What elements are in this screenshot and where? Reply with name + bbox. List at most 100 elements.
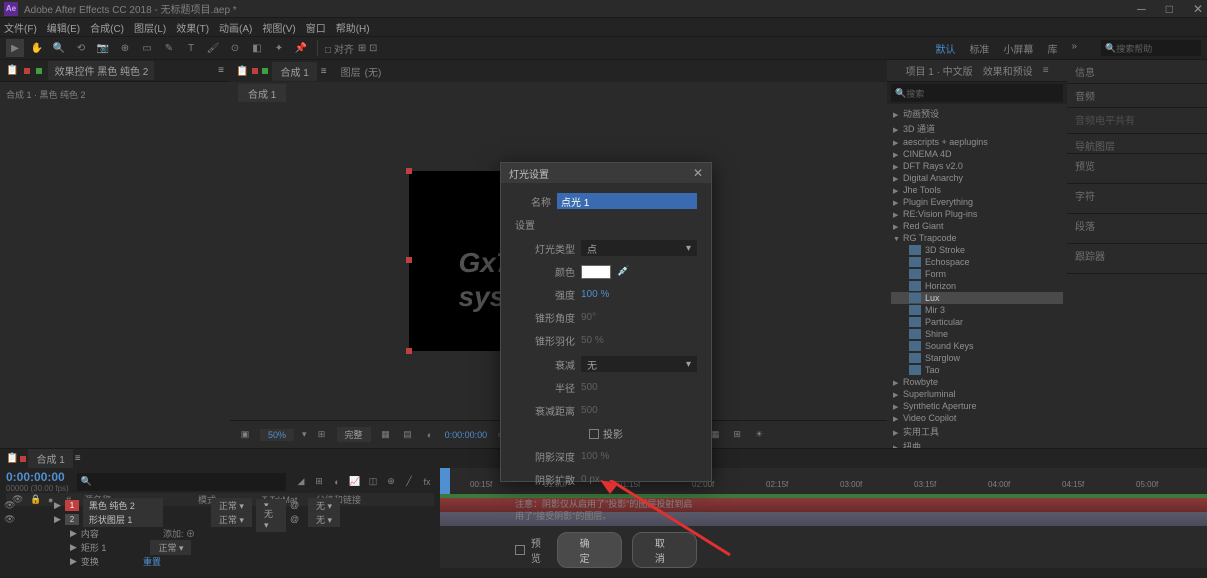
guides-icon[interactable]: ▤ bbox=[401, 428, 415, 442]
workspace-small[interactable]: 小屏幕 bbox=[1003, 41, 1033, 56]
comp-name-tab[interactable]: 合成 1 bbox=[238, 84, 286, 102]
pickwhip-icon[interactable]: @ bbox=[290, 514, 304, 524]
rectangle-tool[interactable]: ▭ bbox=[138, 39, 156, 57]
resolution-dropdown[interactable]: 完整 bbox=[337, 427, 371, 442]
panel-menu-icon[interactable]: ≡ bbox=[218, 65, 224, 76]
effects-folder[interactable]: DFT Rays v2.0 bbox=[891, 160, 1063, 172]
blend-mode-dropdown[interactable]: 正常 ▾ bbox=[211, 512, 252, 527]
current-timecode[interactable]: 0:00:00:00 bbox=[6, 470, 69, 484]
layer-name[interactable]: 黑色 纯色 2 bbox=[83, 498, 163, 513]
sublayer-row[interactable]: ▶ 内容添加: ⊕ bbox=[0, 526, 440, 540]
effects-folder[interactable]: Video Copilot bbox=[891, 412, 1063, 424]
effects-folder[interactable]: aescripts + aeplugins bbox=[891, 136, 1063, 148]
para-section[interactable]: 段落 bbox=[1067, 214, 1207, 244]
sublayer-row[interactable]: ▶ 矩形 1正常 ▾ bbox=[0, 540, 440, 554]
cancel-button[interactable]: 取消 bbox=[632, 532, 697, 568]
effects-hdr-right[interactable]: 效果和预设 bbox=[983, 63, 1033, 78]
falloff-dropdown[interactable]: 无▾ bbox=[581, 356, 697, 372]
intensity-value[interactable]: 100 % bbox=[581, 289, 609, 300]
menu-effect[interactable]: 效果(T) bbox=[176, 20, 209, 35]
effects-item[interactable]: Particular bbox=[891, 316, 1063, 328]
camera-tool[interactable]: 📷 bbox=[94, 39, 112, 57]
twirl-icon[interactable]: ▶ bbox=[54, 514, 61, 525]
handle-mid-left[interactable] bbox=[406, 257, 412, 263]
project-tab-icon[interactable]: 📋 bbox=[6, 65, 18, 76]
parent-dropdown[interactable]: 无 ▾ bbox=[308, 498, 340, 513]
quality-toggle[interactable]: ╱ bbox=[402, 475, 416, 489]
effects-item[interactable]: Tao bbox=[891, 364, 1063, 376]
motion-blur-toggle[interactable]: ◐ bbox=[330, 475, 344, 489]
type-tool[interactable]: T bbox=[182, 39, 200, 57]
menu-layer[interactable]: 图层(L) bbox=[134, 20, 166, 35]
brush-tool[interactable]: 🖌 bbox=[204, 39, 222, 57]
puppet-tool[interactable]: 📌 bbox=[292, 39, 310, 57]
timeline-tab[interactable]: 合成 1 bbox=[28, 449, 72, 468]
effects-folder[interactable]: CINEMA 4D bbox=[891, 148, 1063, 160]
effect-controls-tab[interactable]: 效果控件 黑色 纯色 2 bbox=[48, 61, 154, 80]
comp-tab[interactable]: 合成 1 bbox=[272, 62, 316, 81]
menu-animation[interactable]: 动画(A) bbox=[219, 20, 252, 35]
effects-folder[interactable]: Jhe Tools bbox=[891, 184, 1063, 196]
frame-blend-toggle[interactable]: ⊞ bbox=[312, 475, 326, 489]
effects-folder[interactable]: RG Trapcode bbox=[891, 232, 1063, 244]
twirl-icon[interactable]: ▶ bbox=[54, 500, 61, 511]
sublayer-row[interactable]: ▶ 变换重置 bbox=[0, 554, 440, 568]
zoom-tool[interactable]: 🔍 bbox=[50, 39, 68, 57]
effects-folder[interactable]: Plugin Everything bbox=[891, 196, 1063, 208]
fx-toggle[interactable]: fx bbox=[420, 475, 434, 489]
pickwhip-icon[interactable]: @ bbox=[290, 500, 304, 510]
menu-edit[interactable]: 编辑(E) bbox=[47, 20, 80, 35]
dialog-titlebar[interactable]: 灯光设置 ✕ bbox=[501, 163, 711, 183]
3d-toggle[interactable]: ◫ bbox=[366, 475, 380, 489]
zoom-dropdown[interactable]: 50% bbox=[260, 429, 294, 441]
twirl-icon[interactable]: ▶ bbox=[70, 528, 77, 539]
effects-folder[interactable]: 实用工具 bbox=[891, 424, 1063, 439]
tl-tab-icon[interactable]: 📋 bbox=[6, 453, 18, 464]
maximize-button[interactable]: □ bbox=[1166, 2, 1173, 16]
effects-folder[interactable]: Digital Anarchy bbox=[891, 172, 1063, 184]
eyedropper-icon[interactable]: 💉 bbox=[617, 266, 629, 277]
blend-mode-dropdown[interactable]: 正常 ▾ bbox=[211, 498, 252, 513]
search-help[interactable]: 🔍 搜索帮助 bbox=[1101, 40, 1201, 56]
effects-item[interactable]: Lux bbox=[891, 292, 1063, 304]
snapping-icon[interactable]: ⊞ ⊡ bbox=[358, 43, 378, 54]
preview-section[interactable]: 预览 bbox=[1067, 154, 1207, 184]
effects-folder[interactable]: 3D 通道 bbox=[891, 121, 1063, 136]
effects-folder[interactable]: RE:Vision Plug-ins bbox=[891, 208, 1063, 220]
playhead[interactable] bbox=[440, 468, 450, 497]
shy-toggle[interactable]: ◢ bbox=[294, 475, 308, 489]
effects-folder[interactable]: 动画预设 bbox=[891, 106, 1063, 121]
comp-menu-icon[interactable]: ≡ bbox=[321, 66, 327, 77]
minimize-button[interactable]: ─ bbox=[1137, 2, 1146, 16]
info-section[interactable]: 信息 bbox=[1067, 60, 1207, 84]
effects-menu-icon[interactable]: ≡ bbox=[1043, 65, 1049, 76]
dialog-close-button[interactable]: ✕ bbox=[693, 166, 703, 180]
timeline-search[interactable]: 🔍 bbox=[77, 473, 286, 491]
twirl-icon[interactable]: ▶ bbox=[70, 542, 77, 553]
layer-row[interactable]: 👁▶1黑色 纯色 2正常 ▾ ▾@无 ▾ bbox=[0, 498, 440, 512]
effects-folder[interactable]: Rowbyte bbox=[891, 376, 1063, 388]
casts-shadows-checkbox[interactable] bbox=[589, 429, 599, 439]
preview-checkbox[interactable] bbox=[515, 545, 525, 555]
tracker-section[interactable]: 跟踪器 bbox=[1067, 244, 1207, 274]
effects-folder[interactable]: Red Giant bbox=[891, 220, 1063, 232]
effects-item[interactable]: Mir 3 bbox=[891, 304, 1063, 316]
graph-toggle[interactable]: 📈 bbox=[348, 475, 362, 489]
menu-composition[interactable]: 合成(C) bbox=[90, 20, 124, 35]
effects-item[interactable]: Echospace bbox=[891, 256, 1063, 268]
menu-help[interactable]: 帮助(H) bbox=[336, 20, 370, 35]
clone-stamp-tool[interactable]: ⊙ bbox=[226, 39, 244, 57]
ok-button[interactable]: 确定 bbox=[557, 532, 622, 568]
name-input[interactable] bbox=[557, 193, 697, 209]
roto-brush-tool[interactable]: ✦ bbox=[270, 39, 288, 57]
zoom-arrow[interactable]: ▾ bbox=[302, 429, 307, 440]
resolution-icon[interactable]: ⊞ bbox=[315, 428, 329, 442]
collapse-toggle[interactable]: ⊕ bbox=[384, 475, 398, 489]
audio-section[interactable]: 音频 bbox=[1067, 84, 1207, 108]
char-section[interactable]: 字符 bbox=[1067, 184, 1207, 214]
effects-item[interactable]: Shine bbox=[891, 328, 1063, 340]
color-swatch[interactable] bbox=[581, 265, 611, 279]
layer-row[interactable]: 👁▶2形状图层 1正常 ▾无 ▾@无 ▾ bbox=[0, 512, 440, 526]
effects-hdr-left[interactable]: 项目 1 · 中文版 bbox=[905, 63, 972, 78]
handle-bot-left[interactable] bbox=[406, 348, 412, 354]
